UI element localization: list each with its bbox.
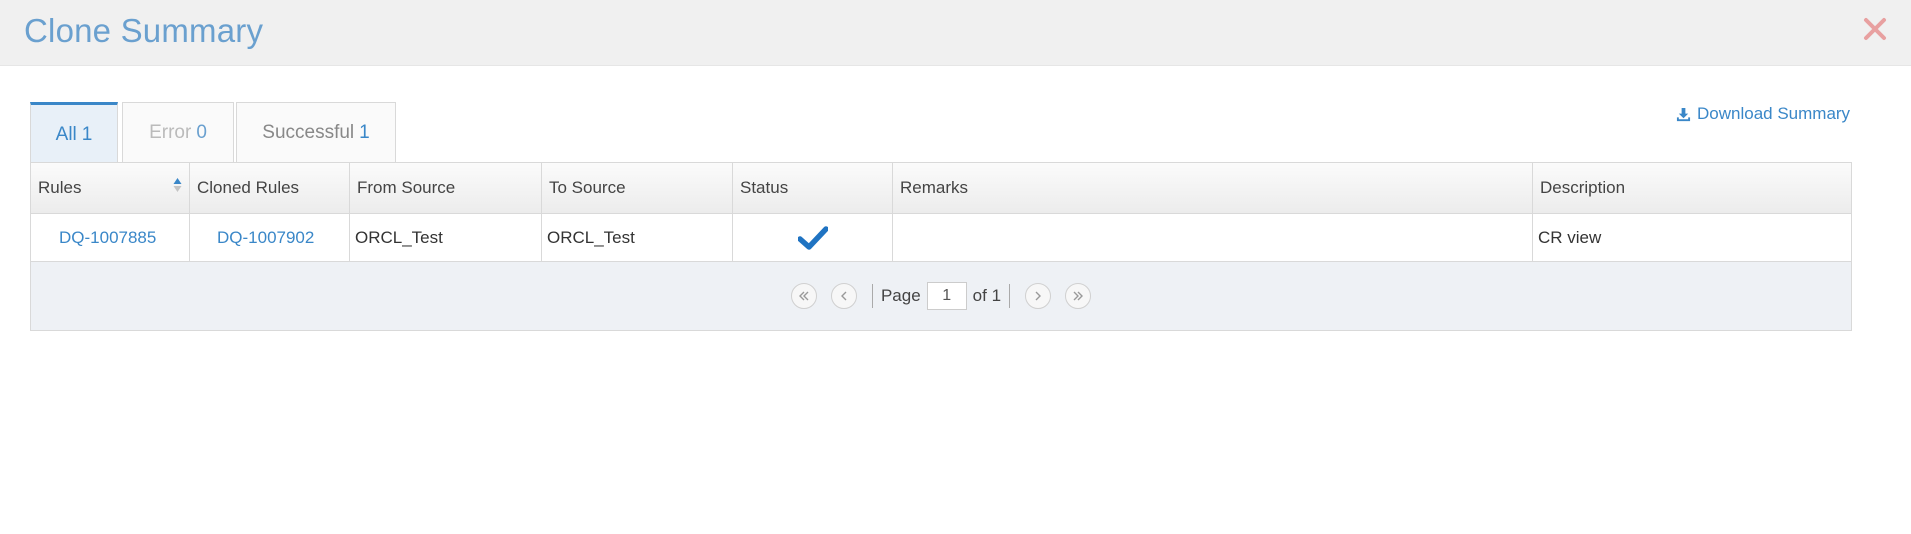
tab-successful-label: Successful	[262, 121, 355, 143]
column-header-label: Remarks	[900, 178, 969, 197]
column-header-label: Description	[1540, 178, 1626, 197]
cell-from-source: ORCL_Test	[350, 214, 542, 261]
column-header-remarks[interactable]: Remarks	[893, 163, 1533, 213]
page-of-label: of 1	[972, 286, 1002, 305]
download-summary-label: Download Summary	[1697, 104, 1851, 123]
cell-cloned-rules: DQ-1007902	[190, 214, 350, 261]
chevron-right-icon	[1035, 291, 1042, 301]
pager-separator	[871, 284, 873, 308]
cell-remarks	[893, 214, 1533, 261]
pager-separator	[1009, 284, 1011, 308]
double-chevron-left-icon	[798, 291, 809, 301]
column-header-status[interactable]: Status	[733, 163, 893, 213]
dialog-title: Clone Summary	[24, 12, 264, 49]
page-number-input[interactable]	[926, 282, 967, 310]
dialog-header: Clone Summary	[0, 0, 1911, 66]
cell-rules: DQ-1007885	[31, 214, 190, 261]
rule-link[interactable]: DQ-1007885	[59, 228, 156, 248]
column-header-label: Status	[740, 178, 789, 197]
tab-error-label: Error	[149, 121, 192, 143]
column-header-label: To Source	[549, 178, 626, 197]
column-header-label: From Source	[357, 178, 456, 197]
tab-error-count: 0	[196, 121, 207, 143]
cell-to-source: ORCL_Test	[542, 214, 733, 261]
tab-error[interactable]: Error 0	[122, 102, 234, 162]
cell-description: CR view	[1538, 227, 1602, 247]
tab-all[interactable]: All 1	[30, 102, 118, 164]
clone-summary-grid: Rules Cloned Rules From Source To Source…	[30, 162, 1852, 331]
double-chevron-right-icon	[1073, 291, 1084, 301]
tab-successful-count: 1	[359, 121, 370, 143]
column-header-from-source[interactable]: From Source	[350, 163, 542, 213]
column-header-label: Rules	[38, 178, 82, 197]
last-page-button[interactable]	[1065, 283, 1092, 309]
chevron-left-icon	[840, 291, 847, 301]
tab-all-count: 1	[81, 123, 93, 145]
column-header-cloned-rules[interactable]: Cloned Rules	[190, 163, 350, 213]
sort-icon[interactable]	[173, 177, 182, 193]
column-header-label: Cloned Rules	[197, 178, 300, 197]
pager: Page of 1	[31, 262, 1851, 330]
column-header-description[interactable]: Description	[1533, 163, 1851, 213]
close-icon[interactable]	[1860, 14, 1890, 44]
download-icon	[1676, 107, 1691, 121]
tab-successful[interactable]: Successful 1	[236, 102, 396, 162]
download-summary-link[interactable]: Download Summary	[1676, 104, 1850, 124]
prev-page-button[interactable]	[830, 283, 857, 309]
tab-all-label: All	[55, 123, 77, 145]
cloned-rule-link[interactable]: DQ-1007902	[217, 228, 314, 248]
column-header-to-source[interactable]: To Source	[542, 163, 733, 213]
column-header-rules[interactable]: Rules	[31, 163, 190, 213]
cell-status	[733, 214, 893, 261]
table-row[interactable]: DQ-1007885 DQ-1007902 ORCL_Test ORCL_Tes…	[31, 214, 1851, 262]
checkmark-icon	[797, 225, 828, 250]
grid-header: Rules Cloned Rules From Source To Source…	[31, 163, 1851, 214]
page-label: Page	[880, 286, 921, 305]
first-page-button[interactable]	[790, 283, 817, 309]
next-page-button[interactable]	[1025, 283, 1052, 309]
